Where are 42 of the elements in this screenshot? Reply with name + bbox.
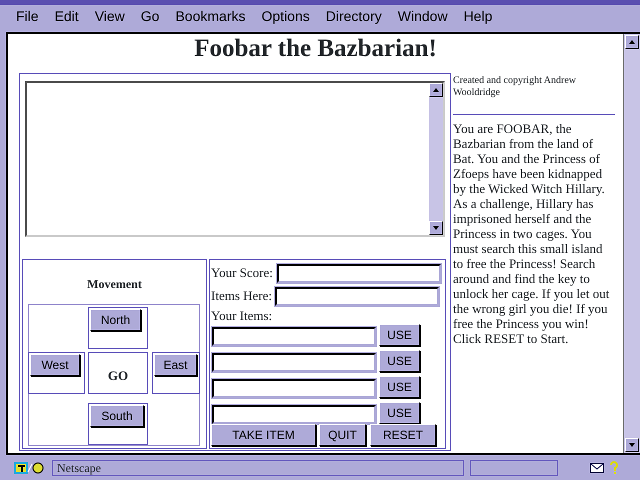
menu-item[interactable]: Options	[254, 6, 318, 26]
item-field[interactable]	[212, 379, 376, 398]
action-button[interactable]: RESET	[370, 424, 436, 446]
scroll-up-icon[interactable]	[429, 83, 443, 97]
story-text: You are FOOBAR, the Bazbarian from the land of Bat. You and the Princess of Zfoeps have been kidnapped by the Wicked Witch Hillary. As a challenge, Hillary has imprisoned herself and the Princess in two cages. You must search this small island to free the Princess! Search around and find the key to unlock her cage. If you let out the wrong girl you die! If you free the Princess you win! Click RESET to Start.	[453, 121, 610, 346]
menu-item[interactable]: Bookmarks	[167, 6, 254, 26]
field-label: Your Items:	[211, 307, 272, 325]
page-title: Foobar the Bazbarian!	[193, 35, 438, 63]
center-label: GO	[106, 367, 130, 385]
mail-icon[interactable]	[590, 463, 604, 473]
field-label: Your Score:	[211, 264, 273, 282]
item-field[interactable]	[212, 405, 376, 424]
item-field[interactable]	[212, 353, 376, 372]
field-label: Items Here:	[211, 287, 272, 305]
security-key-icon	[14, 462, 46, 474]
scroll-down-icon[interactable]	[429, 221, 443, 235]
item-field[interactable]	[212, 327, 376, 346]
scroll-down-icon[interactable]	[625, 438, 639, 452]
menu-item[interactable]: Help	[456, 6, 500, 26]
use-button[interactable]: USE	[379, 376, 420, 398]
action-button[interactable]: TAKE ITEM	[211, 424, 316, 446]
west-button[interactable]: West	[30, 354, 80, 376]
status-text: Netscape	[52, 460, 464, 476]
items-here-field[interactable]	[275, 287, 439, 306]
menu-item[interactable]: Window	[390, 6, 456, 26]
east-button[interactable]: East	[154, 354, 197, 376]
menu-item[interactable]: Go	[132, 6, 168, 26]
use-button[interactable]: USE	[379, 402, 420, 424]
action-button[interactable]: QUIT	[319, 424, 366, 446]
menu-item[interactable]: Directory	[318, 6, 390, 26]
menu-item[interactable]: File	[8, 6, 47, 26]
credit-text: Created and copyright Andrew Wooldridge	[453, 75, 578, 99]
menu-item[interactable]: Edit	[46, 6, 87, 26]
score-field[interactable]	[277, 264, 441, 283]
scroll-up-icon[interactable]	[625, 35, 639, 49]
north-button[interactable]: North	[90, 309, 141, 331]
menu-item[interactable]: View	[86, 6, 133, 26]
south-button[interactable]: South	[90, 405, 144, 427]
panel-title: Movement	[86, 276, 143, 293]
use-button[interactable]: USE	[379, 324, 420, 346]
use-button[interactable]: USE	[379, 350, 420, 372]
scrollbar[interactable]	[623, 34, 640, 453]
